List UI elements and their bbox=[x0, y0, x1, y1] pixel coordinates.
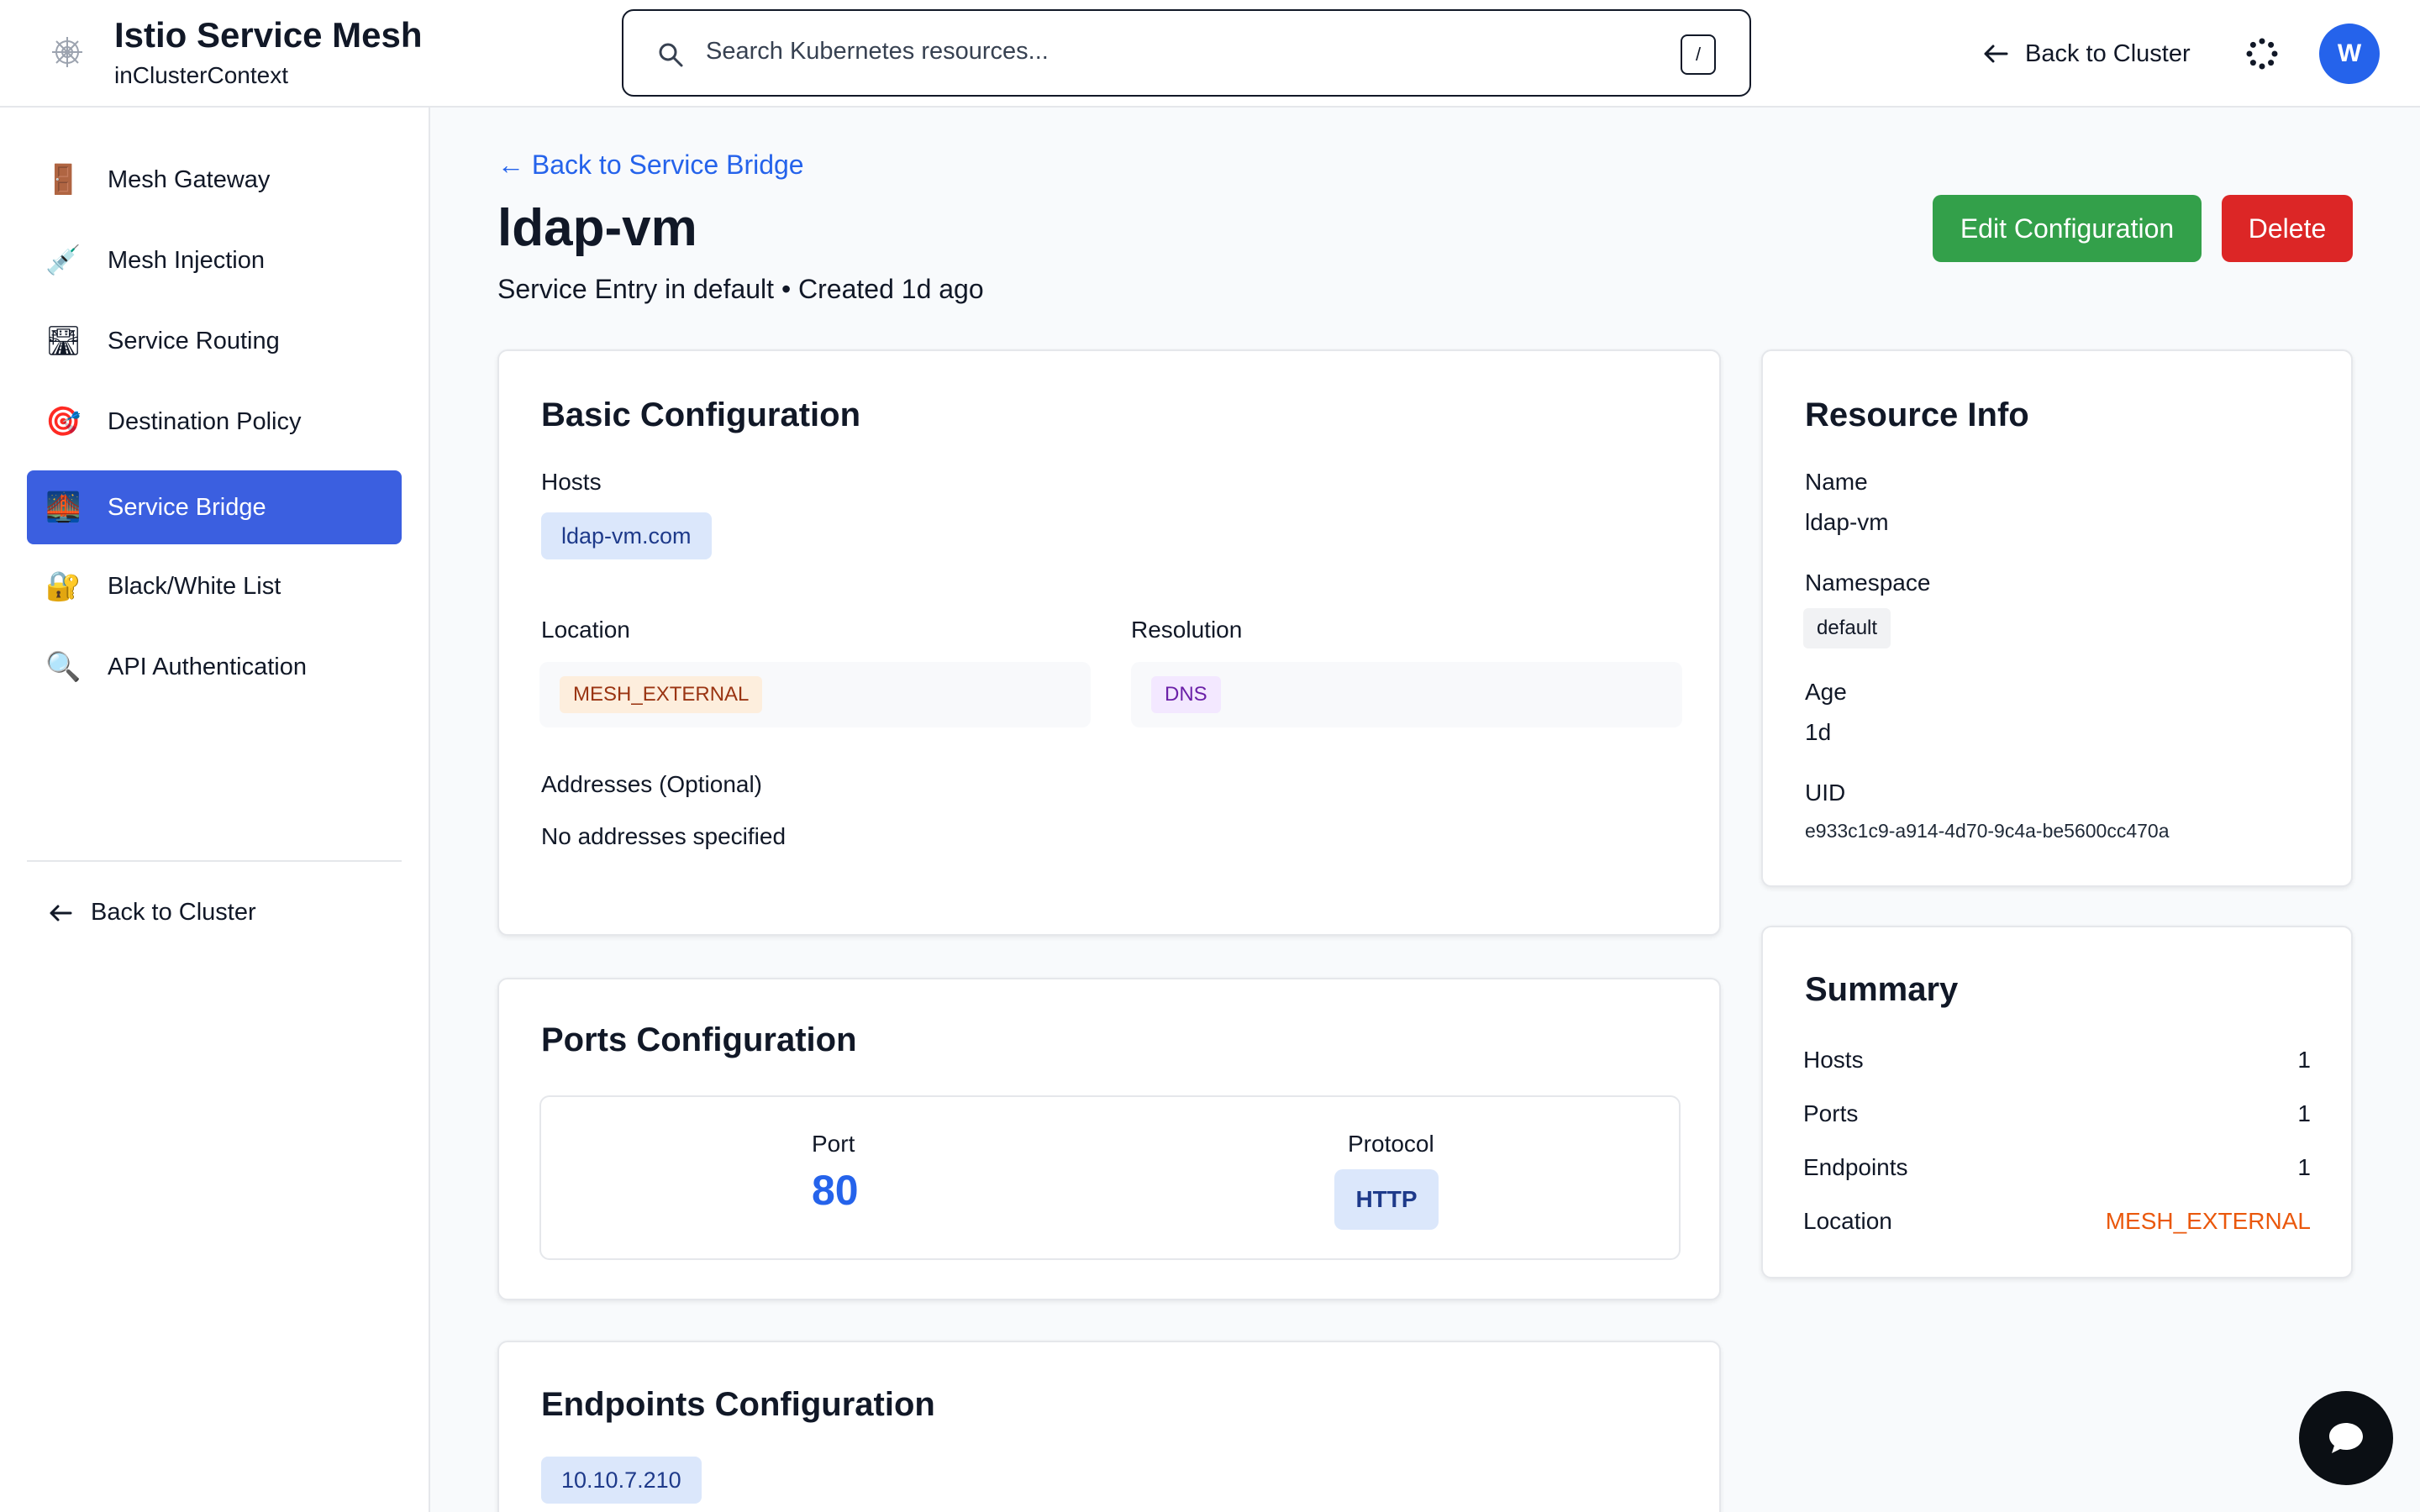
door-icon: 🚪 bbox=[45, 163, 82, 197]
search-placeholder: Search Kubernetes resources... bbox=[706, 38, 1049, 65]
card-title: Basic Configuration bbox=[541, 396, 861, 433]
page-title: ldap-vm bbox=[497, 199, 697, 257]
sidebar-divider bbox=[27, 860, 402, 862]
summary-card: Summary Hosts 1 Ports 1 Endpoints 1 Loca… bbox=[1761, 926, 2353, 1278]
sidebar-back-to-cluster-link[interactable]: Back to Cluster bbox=[47, 899, 256, 927]
card-title: Ports Configuration bbox=[541, 1021, 857, 1058]
location-label: Location bbox=[541, 617, 630, 643]
card-title: Summary bbox=[1805, 971, 1959, 1008]
uid-value: e933c1c9-a914-4d70-9c4a-be5600cc470a bbox=[1805, 820, 2170, 842]
name-value: ldap-vm bbox=[1805, 509, 1889, 535]
search-icon bbox=[659, 43, 683, 67]
arrow-left-icon bbox=[1984, 45, 2008, 63]
summary-value: 1 bbox=[2297, 1154, 2311, 1180]
summary-row-location: Location MESH_EXTERNAL bbox=[1803, 1208, 2311, 1242]
back-to-service-bridge-link[interactable]: ← Back to Service Bridge bbox=[497, 150, 804, 181]
summary-row-hosts: Hosts 1 bbox=[1803, 1047, 2311, 1080]
loading-dots-icon[interactable] bbox=[2245, 37, 2279, 71]
page-subtitle: Service Entry in default • Created 1d ag… bbox=[497, 274, 984, 304]
lock-icon: 🔐 bbox=[45, 570, 82, 603]
magnifier-icon: 🔍 bbox=[45, 650, 82, 684]
addresses-value: No addresses specified bbox=[541, 823, 786, 849]
sidebar-back-label: Back to Cluster bbox=[91, 899, 256, 926]
name-label: Name bbox=[1805, 469, 1868, 495]
ports-configuration-card: Ports Configuration Port 80 Protocol HTT… bbox=[497, 978, 1721, 1300]
resolution-badge: DNS bbox=[1151, 676, 1221, 713]
top-header: Istio Service Mesh inClusterContext Sear… bbox=[0, 0, 2420, 108]
edit-configuration-button[interactable]: Edit Configuration bbox=[1933, 195, 2202, 262]
summary-label: Location bbox=[1803, 1208, 1892, 1234]
sidebar-item-black-white-list[interactable]: 🔐 Black/White List bbox=[27, 549, 402, 623]
endpoint-chip: 10.10.7.210 bbox=[541, 1457, 702, 1504]
sidebar-item-label: API Authentication bbox=[108, 653, 307, 680]
search-input[interactable]: Search Kubernetes resources... / bbox=[622, 9, 1751, 97]
card-title: Endpoints Configuration bbox=[541, 1386, 935, 1423]
sidebar: 🚪 Mesh Gateway 💉 Mesh Injection 🛣 Servic… bbox=[0, 108, 430, 1512]
port-label: Port bbox=[812, 1131, 855, 1157]
sidebar-item-destination-policy[interactable]: 🎯 Destination Policy bbox=[27, 385, 402, 459]
addresses-label: Addresses (Optional) bbox=[541, 771, 763, 797]
protocol-label: Protocol bbox=[1348, 1131, 1434, 1157]
summary-row-endpoints: Endpoints 1 bbox=[1803, 1154, 2311, 1188]
sidebar-item-label: Destination Policy bbox=[108, 407, 302, 435]
card-title: Resource Info bbox=[1805, 396, 2029, 433]
chat-button[interactable] bbox=[2299, 1391, 2393, 1485]
sidebar-item-label: Mesh Gateway bbox=[108, 165, 271, 193]
summary-label: Endpoints bbox=[1803, 1154, 1908, 1180]
age-value: 1d bbox=[1805, 719, 1832, 745]
cluster-context: inClusterContext bbox=[114, 62, 288, 88]
endpoints-configuration-card: Endpoints Configuration 10.10.7.210 bbox=[497, 1341, 1721, 1512]
syringe-icon: 💉 bbox=[45, 244, 82, 277]
istio-logo-icon bbox=[52, 37, 82, 67]
hosts-label: Hosts bbox=[541, 469, 602, 495]
namespace-badge: default bbox=[1803, 608, 1891, 648]
uid-label: UID bbox=[1805, 780, 1846, 806]
resource-info-card: Resource Info Name ldap-vm Namespace def… bbox=[1761, 349, 2353, 887]
sidebar-item-api-authentication[interactable]: 🔍 API Authentication bbox=[27, 630, 402, 704]
summary-value: 1 bbox=[2297, 1047, 2311, 1073]
resolution-field: DNS bbox=[1131, 662, 1682, 727]
location-badge: MESH_EXTERNAL bbox=[560, 676, 763, 713]
sidebar-item-service-bridge[interactable]: 🌉 Service Bridge bbox=[27, 470, 402, 544]
road-icon: 🛣 bbox=[45, 324, 82, 358]
resolution-label: Resolution bbox=[1131, 617, 1243, 643]
host-chip: ldap-vm.com bbox=[541, 512, 712, 559]
protocol-chip: HTTP bbox=[1334, 1169, 1439, 1230]
namespace-label: Namespace bbox=[1805, 570, 1931, 596]
header-back-to-cluster-link[interactable]: Back to Cluster bbox=[1981, 35, 2191, 72]
summary-row-ports: Ports 1 bbox=[1803, 1100, 2311, 1134]
port-value: 80 bbox=[812, 1167, 859, 1214]
basic-configuration-card: Basic Configuration Hosts ldap-vm.com Lo… bbox=[497, 349, 1721, 936]
summary-value: 1 bbox=[2297, 1100, 2311, 1126]
sidebar-item-label: Mesh Injection bbox=[108, 246, 265, 274]
sidebar-item-label: Service Routing bbox=[108, 327, 280, 354]
user-avatar[interactable]: W bbox=[2319, 24, 2380, 84]
summary-label: Ports bbox=[1803, 1100, 1859, 1126]
sidebar-item-mesh-gateway[interactable]: 🚪 Mesh Gateway bbox=[27, 143, 402, 217]
bridge-icon: 🌉 bbox=[45, 491, 82, 524]
sidebar-item-label: Black/White List bbox=[108, 572, 281, 600]
summary-label: Hosts bbox=[1803, 1047, 1864, 1073]
port-row: Port 80 Protocol HTTP bbox=[539, 1095, 1681, 1260]
sidebar-item-mesh-injection[interactable]: 💉 Mesh Injection bbox=[27, 223, 402, 297]
location-field: MESH_EXTERNAL bbox=[539, 662, 1091, 727]
arrow-left-icon bbox=[50, 905, 72, 921]
sidebar-item-label: Service Bridge bbox=[108, 493, 266, 521]
search-shortcut-key: / bbox=[1681, 34, 1716, 75]
chat-bubble-icon bbox=[2329, 1423, 2363, 1453]
app-title: Istio Service Mesh bbox=[114, 15, 423, 55]
header-back-label: Back to Cluster bbox=[2025, 39, 2191, 67]
summary-value: MESH_EXTERNAL bbox=[2105, 1208, 2311, 1234]
age-label: Age bbox=[1805, 679, 1847, 705]
delete-button[interactable]: Delete bbox=[2222, 195, 2353, 262]
sidebar-item-service-routing[interactable]: 🛣 Service Routing bbox=[27, 304, 402, 378]
target-icon: 🎯 bbox=[45, 405, 82, 438]
